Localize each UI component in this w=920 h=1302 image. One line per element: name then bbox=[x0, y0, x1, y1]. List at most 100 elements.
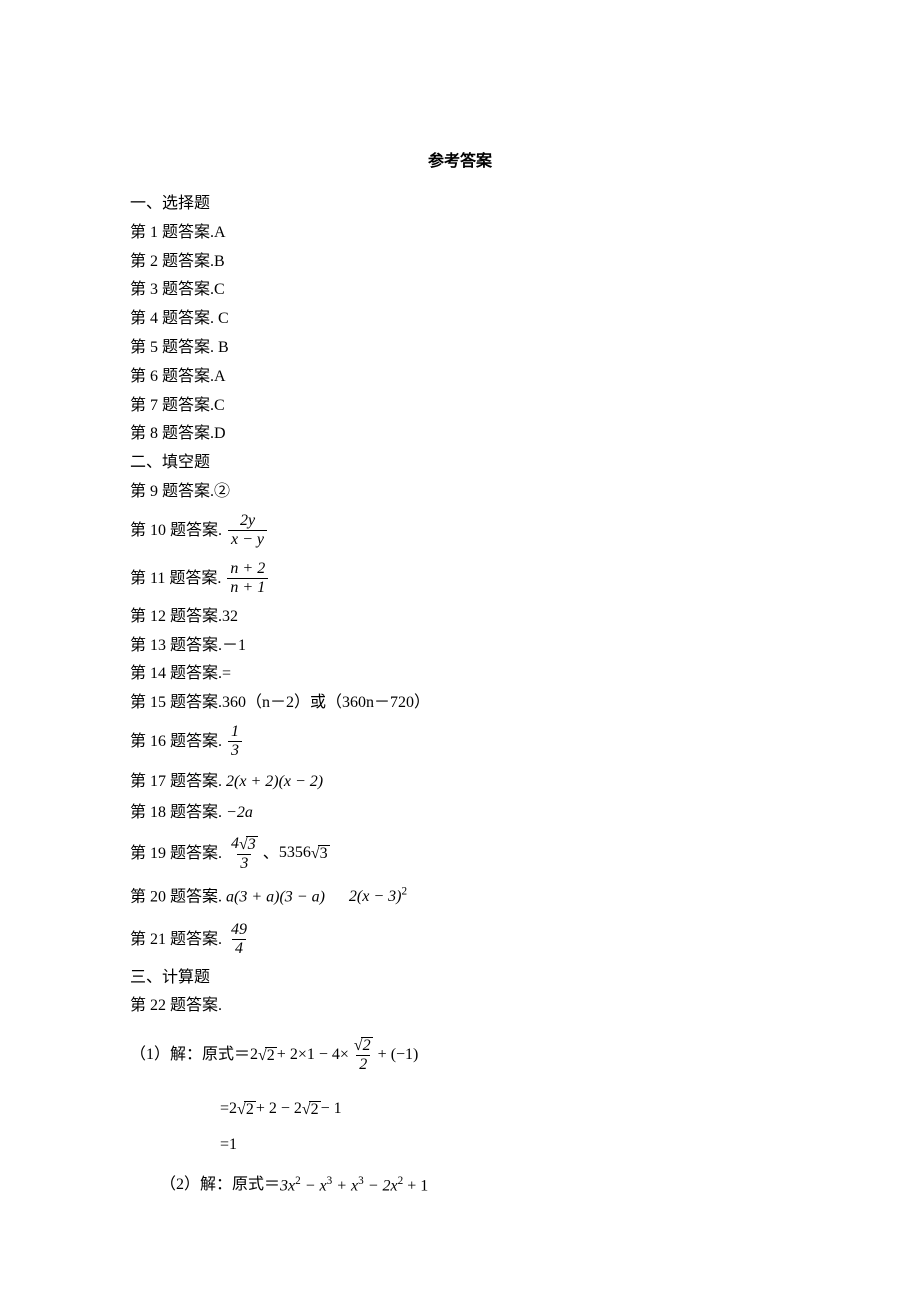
q7-label: 第 7 题答案. bbox=[130, 397, 214, 414]
q19-num: 4√3 bbox=[228, 836, 261, 854]
q15-row: 第 15 题答案.360（n－2）或（360n－720） bbox=[130, 691, 790, 716]
q22-1c-eq: = bbox=[220, 1137, 229, 1153]
q15-label: 第 15 题答案. bbox=[130, 694, 222, 711]
q7-value: C bbox=[214, 397, 225, 414]
q13-row: 第 13 题答案.－1 bbox=[130, 634, 790, 659]
q19-fraction: 4√3 3 bbox=[228, 836, 261, 872]
q1-label: 第 1 题答案. bbox=[130, 224, 214, 241]
q2-value: B bbox=[214, 253, 225, 270]
q11-num: n + 2 bbox=[227, 561, 268, 578]
q7-row: 第 7 题答案.C bbox=[130, 394, 790, 419]
page-title: 参考答案 bbox=[130, 150, 790, 174]
q1-row: 第 1 题答案.A bbox=[130, 221, 790, 246]
q1-value: A bbox=[214, 224, 226, 241]
q22-label: 第 22 题答案. bbox=[130, 994, 790, 1019]
q12-value: 32 bbox=[222, 608, 238, 625]
q13-label: 第 13 题答案. bbox=[130, 637, 222, 654]
q14-value: = bbox=[222, 665, 231, 682]
q19-sep: 、 bbox=[263, 846, 279, 862]
q22-2-prefix: （2）解：原式＝ bbox=[160, 1177, 280, 1193]
q22-1b-row: = 2 √2 + 2 − 2 √2 − 1 bbox=[130, 1091, 790, 1127]
q3-row: 第 3 题答案.C bbox=[130, 278, 790, 303]
q22-1b-s2: √2 bbox=[302, 1101, 321, 1118]
q16-label: 第 16 题答案. bbox=[130, 734, 222, 750]
q11-row: 第 11 题答案. n + 2 n + 1 bbox=[130, 557, 790, 601]
q21-num: 49 bbox=[228, 922, 250, 939]
q11-fraction: n + 2 n + 1 bbox=[227, 561, 268, 596]
q10-num: 2y bbox=[237, 513, 258, 530]
q22-2-row: （2）解：原式＝ 3x2 − x3 + x3 − 2x2 + 1 bbox=[130, 1163, 790, 1207]
q18-value: −2a bbox=[222, 804, 253, 821]
q16-fraction: 1 3 bbox=[228, 724, 242, 759]
q14-label: 第 14 题答案. bbox=[130, 665, 222, 682]
q19-row: 第 19 题答案. 4√3 3 、 5356√3 bbox=[130, 832, 790, 876]
q6-value: A bbox=[214, 368, 226, 385]
q8-value: D bbox=[214, 425, 226, 442]
q3-value: C bbox=[214, 281, 225, 298]
q2-row: 第 2 题答案.B bbox=[130, 250, 790, 275]
q13-value: －1 bbox=[222, 637, 246, 654]
q8-label: 第 8 题答案. bbox=[130, 425, 214, 442]
q22-1-row: （1）解：原式＝ 2√2 + 2×1 − 4× √2 2 + (−1) bbox=[130, 1033, 790, 1077]
q19-den: 3 bbox=[237, 854, 251, 872]
q14-row: 第 14 题答案.= bbox=[130, 662, 790, 687]
q21-fraction: 49 4 bbox=[228, 922, 250, 957]
q16-num: 1 bbox=[228, 724, 242, 741]
q10-label: 第 10 题答案. bbox=[130, 523, 222, 539]
q22-1-t3: √2 2 bbox=[351, 1037, 376, 1073]
section-header-3: 三、计算题 bbox=[130, 966, 790, 991]
q6-label: 第 6 题答案. bbox=[130, 368, 214, 385]
q6-row: 第 6 题答案.A bbox=[130, 365, 790, 390]
q9-label: 第 9 题答案. bbox=[130, 483, 214, 500]
q3-label: 第 3 题答案. bbox=[130, 281, 214, 298]
q21-den: 4 bbox=[232, 939, 246, 957]
q15-value: 360（n－2）或（360n－720） bbox=[222, 694, 430, 711]
q17-label: 第 17 题答案. bbox=[130, 773, 222, 790]
q9-value: ② bbox=[214, 483, 230, 500]
q21-label: 第 21 题答案. bbox=[130, 932, 222, 948]
q5-row: 第 5 题答案. B bbox=[130, 336, 790, 361]
q19-label: 第 19 题答案. bbox=[130, 846, 222, 862]
q11-den: n + 1 bbox=[227, 578, 268, 596]
q20-part1: a(3 + a)(3 − a) bbox=[226, 888, 325, 905]
q10-row: 第 10 题答案. 2y x − y bbox=[130, 509, 790, 553]
q2-label: 第 2 题答案. bbox=[130, 253, 214, 270]
q11-label: 第 11 题答案. bbox=[130, 571, 221, 587]
q20-gap bbox=[329, 888, 345, 905]
q16-den: 3 bbox=[228, 741, 242, 759]
q20-part2: 2(x − 3)2 bbox=[349, 888, 407, 905]
q17-row: 第 17 题答案. 2(x + 2)(x − 2) bbox=[130, 770, 790, 795]
q22-1-prefix: （1）解：原式＝ bbox=[130, 1047, 250, 1063]
q4-value: C bbox=[214, 310, 229, 327]
q5-label: 第 5 题答案. bbox=[130, 339, 214, 356]
q10-den: x − y bbox=[228, 530, 267, 548]
q18-label: 第 18 题答案. bbox=[130, 804, 222, 821]
q4-row: 第 4 题答案. C bbox=[130, 307, 790, 332]
q22-1c-val: 1 bbox=[229, 1137, 237, 1153]
section-header-1: 一、选择题 bbox=[130, 192, 790, 217]
q20-row: 第 20 题答案. a(3 + a)(3 − a) 2(x − 3)2 bbox=[130, 884, 790, 910]
q5-value: B bbox=[214, 339, 229, 356]
q9-row: 第 9 题答案.② bbox=[130, 480, 790, 505]
q22-1b-eq: = bbox=[220, 1101, 229, 1117]
section-header-2: 二、填空题 bbox=[130, 451, 790, 476]
q22-1c-row: = 1 bbox=[130, 1127, 790, 1163]
q8-row: 第 8 题答案.D bbox=[130, 422, 790, 447]
q20-label: 第 20 题答案. bbox=[130, 888, 222, 905]
q18-row: 第 18 题答案. −2a bbox=[130, 801, 790, 826]
q22-1-t2: + 2×1 − 4× bbox=[277, 1047, 349, 1063]
q22-1-t4: + (−1) bbox=[378, 1047, 419, 1063]
q16-row: 第 16 题答案. 1 3 bbox=[130, 720, 790, 764]
q4-label: 第 4 题答案. bbox=[130, 310, 214, 327]
q21-row: 第 21 题答案. 49 4 bbox=[130, 918, 790, 962]
q12-label: 第 12 题答案. bbox=[130, 608, 222, 625]
q19-part2: 5356√3 bbox=[279, 845, 330, 862]
q22-1b-tail: − 1 bbox=[321, 1101, 342, 1117]
q22-1b-c1: 2 bbox=[229, 1101, 237, 1117]
q22-1b-s1: √2 bbox=[237, 1101, 256, 1118]
q10-fraction: 2y x − y bbox=[228, 513, 267, 548]
q17-value: 2(x + 2)(x − 2) bbox=[222, 773, 323, 790]
q22-1-t1: 2√2 bbox=[250, 1047, 277, 1064]
q22-2-expr: 3x2 − x3 + x3 − 2x2 + 1 bbox=[280, 1176, 428, 1194]
q22-1b-mid: + 2 − 2 bbox=[256, 1101, 302, 1117]
